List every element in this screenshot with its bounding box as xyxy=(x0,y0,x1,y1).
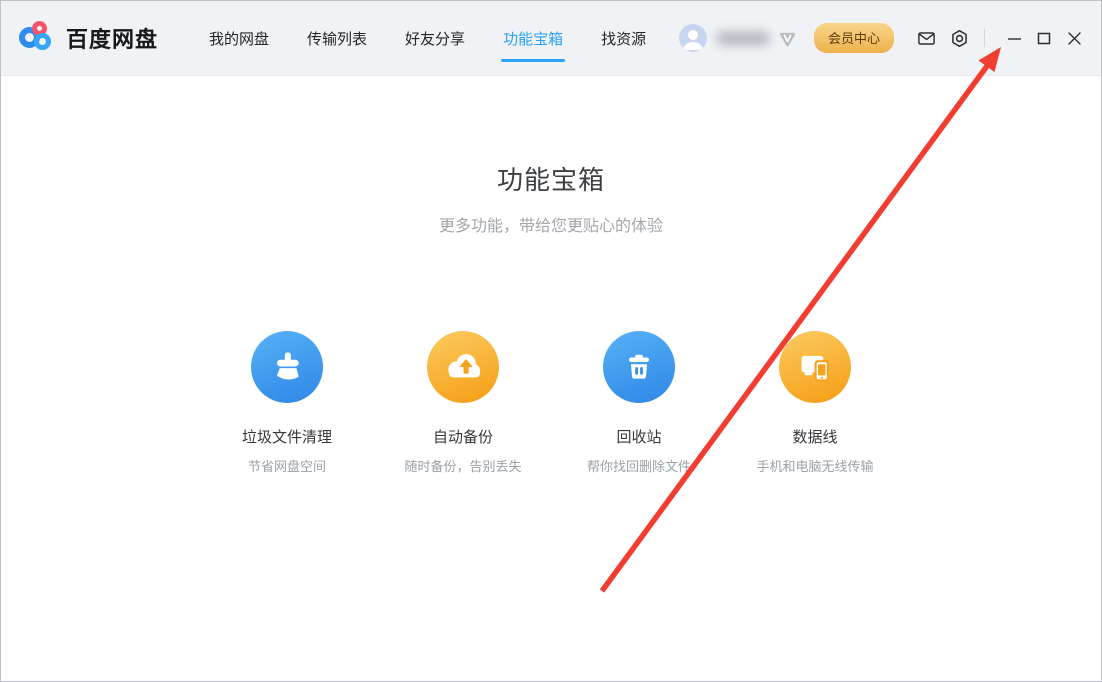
user-avatar[interactable] xyxy=(679,24,707,52)
user-area: 会员中心 xyxy=(679,23,894,53)
tab-transfer-list[interactable]: 传输列表 xyxy=(288,1,386,75)
avatar-person-icon xyxy=(679,24,707,52)
app-logo: 百度网盘 xyxy=(19,21,158,55)
feature-auto-backup[interactable]: 自动备份 随时备份，告别丢失 xyxy=(375,331,551,475)
feature-title: 垃圾文件清理 xyxy=(199,426,375,447)
cloud-upload-icon xyxy=(427,331,499,403)
minimize-icon[interactable] xyxy=(1003,27,1025,49)
feature-title: 回收站 xyxy=(551,426,727,447)
baidu-netdisk-window: 百度网盘 我的网盘 传输列表 好友分享 功能宝箱 找资源 xyxy=(0,0,1102,682)
feature-title: 数据线 xyxy=(727,426,903,447)
vip-center-button[interactable]: 会员中心 xyxy=(814,23,894,53)
tab-my-drive[interactable]: 我的网盘 xyxy=(190,1,288,75)
close-icon[interactable] xyxy=(1063,27,1085,49)
window-controls xyxy=(995,27,1085,49)
feature-desc: 随时备份，告别丢失 xyxy=(375,456,551,475)
feature-junk-file-clean[interactable]: 垃圾文件清理 节省网盘空间 xyxy=(199,331,375,475)
feature-desc: 手机和电脑无线传输 xyxy=(727,456,903,475)
main-nav: 我的网盘 传输列表 好友分享 功能宝箱 找资源 xyxy=(190,1,665,75)
maximize-icon[interactable] xyxy=(1033,27,1055,49)
feature-desc: 节省网盘空间 xyxy=(199,456,375,475)
topbar: 百度网盘 我的网盘 传输列表 好友分享 功能宝箱 找资源 xyxy=(1,1,1101,76)
tab-friend-share[interactable]: 好友分享 xyxy=(386,1,484,75)
tab-find-resources[interactable]: 找资源 xyxy=(582,1,665,75)
vip-level-badge-icon[interactable] xyxy=(778,29,797,48)
topbar-divider xyxy=(984,29,985,47)
clean-brush-icon xyxy=(251,331,323,403)
tab-function-box[interactable]: 功能宝箱 xyxy=(484,1,582,75)
feature-data-cable[interactable]: 数据线 手机和电脑无线传输 xyxy=(727,331,903,475)
feature-recycle-bin[interactable]: 回收站 帮你找回删除文件 xyxy=(551,331,727,475)
feature-desc: 帮你找回删除文件 xyxy=(551,456,727,475)
app-title: 百度网盘 xyxy=(66,22,158,54)
feature-grid: 垃圾文件清理 节省网盘空间 自动备份 随时备份，告别丢失 xyxy=(1,331,1101,475)
page-subtitle: 更多功能，带给您更贴心的体验 xyxy=(1,212,1101,236)
page-title: 功能宝箱 xyxy=(1,160,1101,197)
username-blurred[interactable] xyxy=(716,31,770,46)
settings-gear-icon[interactable] xyxy=(949,28,969,48)
function-box-page: 功能宝箱 更多功能，带给您更贴心的体验 垃圾文件清理 节省网盘空间 xyxy=(1,76,1101,475)
devices-sync-icon xyxy=(779,331,851,403)
topbar-tools xyxy=(916,28,982,48)
mail-icon[interactable] xyxy=(916,28,936,48)
feature-title: 自动备份 xyxy=(375,426,551,447)
trash-icon xyxy=(603,331,675,403)
baidu-netdisk-logo-icon xyxy=(19,21,57,55)
